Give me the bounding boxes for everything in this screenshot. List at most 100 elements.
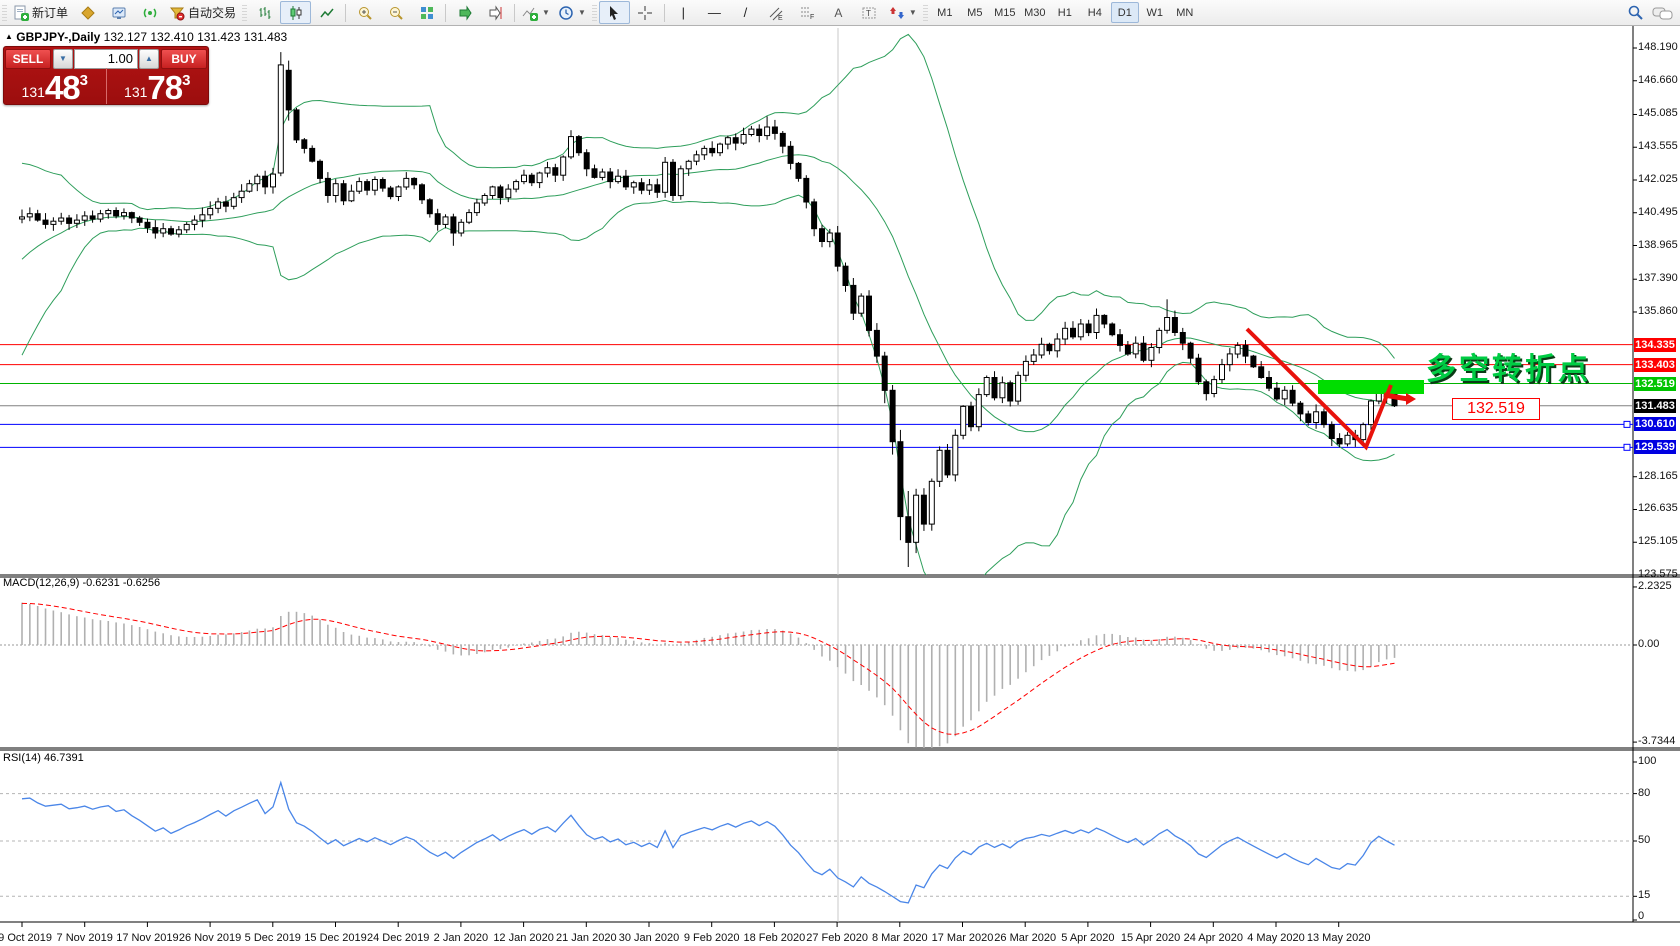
signals-button[interactable]	[134, 1, 165, 24]
crosshair-tool-button[interactable]	[630, 1, 661, 24]
timeframe-h1[interactable]: H1	[1051, 2, 1079, 23]
zoom-in-button[interactable]	[349, 1, 380, 24]
periods-button[interactable]: ▼	[554, 1, 590, 24]
charts-icon	[80, 5, 96, 21]
text-label-tool-button[interactable]: T	[854, 1, 885, 24]
main-toolbar: 新订单 自动交易	[0, 0, 1680, 26]
sell-price-pips: 48	[45, 74, 80, 102]
chart-canvas[interactable]	[0, 26, 1680, 946]
symbol-period-label: GBPJPY-,Daily	[16, 30, 100, 44]
zoom-out-button[interactable]	[380, 1, 411, 24]
sell-price[interactable]: 131483	[4, 68, 107, 104]
line-handle[interactable]	[1624, 421, 1630, 427]
timeframe-mn[interactable]: MN	[1171, 2, 1199, 23]
turning-point-annotation[interactable]: 多空转折点	[1426, 344, 1591, 388]
signals-icon	[142, 5, 158, 21]
line-chart-icon	[319, 5, 335, 21]
arrows-tool-button[interactable]: ▼	[885, 1, 921, 24]
volume-decrease-button[interactable]: ▼	[53, 49, 73, 69]
horizontal-line-tool-button[interactable]: —	[699, 1, 730, 24]
macd-indicator	[22, 603, 1395, 753]
candlestick-chart-icon	[288, 5, 304, 21]
indicators-dropdown-caret: ▼	[542, 8, 550, 17]
text-tool-button[interactable]: A	[823, 1, 854, 24]
svg-text:T: T	[866, 9, 871, 18]
horizontal-line-icon: —	[708, 6, 721, 19]
vertical-line-icon: |	[682, 6, 685, 19]
buy-price-point: 3	[182, 73, 190, 102]
toolbar-grip[interactable]	[923, 5, 928, 21]
line-handle[interactable]	[1624, 444, 1630, 450]
macd-signal-line	[22, 603, 1395, 734]
timeframe-m30[interactable]: M30	[1021, 2, 1049, 23]
chat-icon[interactable]	[1652, 5, 1674, 21]
macd-label: MACD(12,26,9) -0.6231 -0.6256	[3, 577, 160, 589]
rsi-label: RSI(14) 46.7391	[3, 752, 84, 764]
charts-button[interactable]	[72, 1, 103, 24]
timeframe-m15[interactable]: M15	[991, 2, 1019, 23]
sell-price-figure: 131	[22, 85, 45, 102]
volume-input[interactable]: 1.00	[74, 49, 138, 69]
toolbar-grip[interactable]	[592, 5, 597, 21]
volume-increase-button[interactable]: ▲	[139, 49, 159, 69]
collapse-arrow-icon[interactable]: ▲	[5, 32, 13, 41]
timeframe-h4[interactable]: H4	[1081, 2, 1109, 23]
bollinger-lower	[22, 195, 1395, 596]
auto-scroll-button[interactable]	[449, 1, 480, 24]
cursor-tool-button[interactable]	[599, 1, 630, 24]
timeframe-d1[interactable]: D1	[1111, 2, 1139, 23]
candlestick-chart-button[interactable]	[280, 1, 311, 24]
market-watch-icon	[111, 5, 127, 21]
bar-chart-button[interactable]	[249, 1, 280, 24]
rsi-indicator	[22, 783, 1395, 903]
equidistant-channel-icon: E	[768, 5, 784, 21]
new-order-label: 新订单	[32, 4, 68, 21]
timeframe-toolbar: M1M5M15M30H1H4D1W1MN	[930, 2, 1200, 23]
text-icon: A	[834, 7, 842, 19]
new-order-icon	[13, 5, 29, 21]
timeframe-m1[interactable]: M1	[931, 2, 959, 23]
red-arrow-head[interactable]	[1406, 393, 1416, 405]
ohlc-values: 132.127 132.410 131.423 131.483	[104, 30, 288, 44]
fibonacci-tool-button[interactable]: F	[792, 1, 823, 24]
auto-scroll-icon	[457, 5, 473, 21]
toolbar-grip[interactable]	[2, 5, 7, 21]
rsi-line	[22, 783, 1395, 903]
toolbar-grip[interactable]	[242, 5, 247, 21]
cursor-icon	[606, 5, 622, 21]
new-order-button[interactable]: 新订单	[9, 1, 72, 24]
one-click-trading-panel: SELL ▼ 1.00 ▲ BUY 131483 131783	[3, 46, 209, 105]
search-icon[interactable]	[1627, 4, 1644, 21]
tile-windows-icon	[419, 5, 435, 21]
chart-shift-icon	[488, 5, 504, 21]
bollinger-bands	[22, 34, 1395, 596]
text-label-icon: T	[861, 5, 877, 21]
green-zone-annotation[interactable]	[1318, 380, 1424, 394]
market-watch-button[interactable]	[103, 1, 134, 24]
sell-button[interactable]: SELL	[5, 49, 51, 69]
channel-tool-button[interactable]: E	[761, 1, 792, 24]
crosshair-icon	[637, 5, 653, 21]
line-chart-button[interactable]	[311, 1, 342, 24]
buy-price-pips: 78	[147, 74, 182, 102]
buy-button[interactable]: BUY	[161, 49, 207, 69]
indicators-button[interactable]: ▼	[518, 1, 554, 24]
auto-trading-label: 自动交易	[188, 4, 236, 21]
vertical-line-tool-button[interactable]: |	[668, 1, 699, 24]
level-132519-label[interactable]: 132.519	[1452, 398, 1540, 420]
trendline-icon: /	[744, 6, 748, 19]
arrows-icon	[889, 5, 905, 21]
auto-trading-button[interactable]: 自动交易	[165, 1, 240, 24]
sell-price-point: 3	[80, 73, 88, 102]
tile-windows-button[interactable]	[411, 1, 442, 24]
fibonacci-icon: F	[799, 5, 815, 21]
svg-text:E: E	[778, 15, 783, 21]
buy-price-figure: 131	[124, 85, 147, 102]
trendline-tool-button[interactable]: /	[730, 1, 761, 24]
timeframe-w1[interactable]: W1	[1141, 2, 1169, 23]
buy-price[interactable]: 131783	[107, 68, 209, 104]
mt4-terminal: 新订单 自动交易	[0, 0, 1680, 946]
chart-shift-button[interactable]	[480, 1, 511, 24]
auto-trading-icon	[169, 5, 185, 21]
timeframe-m5[interactable]: M5	[961, 2, 989, 23]
